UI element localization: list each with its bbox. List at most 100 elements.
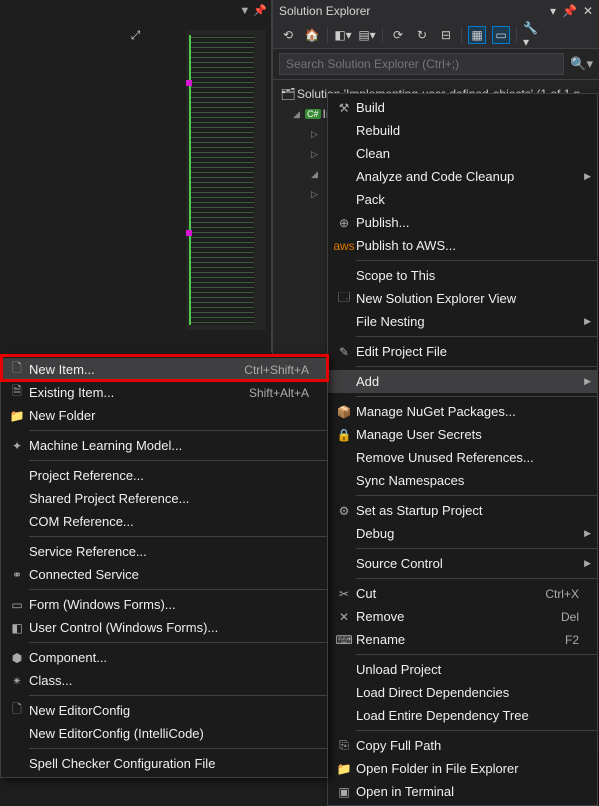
- refresh-icon[interactable]: ↻: [413, 26, 431, 44]
- menu-remove-refs[interactable]: Remove Unused References...: [328, 446, 597, 469]
- project-context-menu: ⚒Build Rebuild Clean Analyze and Code Cl…: [327, 93, 598, 806]
- editor-area: ▼ 📌 ⤢: [0, 0, 272, 352]
- collapse-icon[interactable]: ⊟: [437, 26, 455, 44]
- menu-com-ref[interactable]: COM Reference...: [1, 510, 327, 533]
- chevron-right-icon: ▶: [584, 171, 591, 182]
- terminal-icon: ▣: [332, 785, 356, 799]
- menu-ml-model[interactable]: ✦Machine Learning Model...: [1, 434, 327, 457]
- menu-editorconfig[interactable]: 🗋New EditorConfig: [1, 699, 327, 722]
- filter-icon[interactable]: ▤▾: [358, 26, 376, 44]
- menu-class[interactable]: ✴Class...: [1, 669, 327, 692]
- menu-form[interactable]: ▭Form (Windows Forms)...: [1, 593, 327, 616]
- edit-icon: ✎: [332, 345, 356, 359]
- menu-new-folder[interactable]: 📁New Folder: [1, 404, 327, 427]
- menu-remove[interactable]: ✕RemoveDel: [328, 605, 597, 628]
- search-input[interactable]: [279, 53, 564, 75]
- menu-secrets[interactable]: 🔒Manage User Secrets: [328, 423, 597, 446]
- chevron-right-icon: ▶: [584, 558, 591, 569]
- menu-load-direct[interactable]: Load Direct Dependencies: [328, 681, 597, 704]
- menu-analyze[interactable]: Analyze and Code Cleanup▶: [328, 165, 597, 188]
- menu-add[interactable]: Add▶: [328, 370, 597, 393]
- secrets-icon: 🔒: [332, 428, 356, 442]
- menu-user-control[interactable]: ◧User Control (Windows Forms)...: [1, 616, 327, 639]
- menu-nuget[interactable]: 📦Manage NuGet Packages...: [328, 400, 597, 423]
- menu-cut[interactable]: ✂CutCtrl+X: [328, 582, 597, 605]
- build-icon: ⚒: [332, 101, 356, 115]
- new-item-icon: 🗋: [5, 359, 29, 380]
- menu-svc-ref[interactable]: Service Reference...: [1, 540, 327, 563]
- menu-unload[interactable]: Unload Project: [328, 658, 597, 681]
- rename-icon: ⌨: [332, 633, 356, 647]
- chevron-right-icon: ▶: [584, 528, 591, 539]
- show-files-icon[interactable]: ▦: [468, 26, 486, 44]
- chevron-right-icon: ▶: [584, 376, 591, 387]
- editorconfig-icon: 🗋: [5, 700, 29, 721]
- home-icon[interactable]: 🏠: [303, 26, 321, 44]
- ml-icon: ✦: [5, 439, 29, 453]
- menu-component[interactable]: ⬢Component...: [1, 646, 327, 669]
- panel-title-bar: Solution Explorer ▾ 📌 ✕: [273, 0, 599, 22]
- publish-icon: ⊕: [332, 216, 356, 230]
- menu-debug[interactable]: Debug▶: [328, 522, 597, 545]
- properties-icon[interactable]: 🔧▾: [523, 26, 541, 44]
- dropdown-icon[interactable]: ▾: [550, 4, 556, 18]
- cut-icon: ✂: [332, 587, 356, 601]
- menu-build[interactable]: ⚒Build: [328, 96, 597, 119]
- menu-pack[interactable]: Pack: [328, 188, 597, 211]
- remove-icon: ✕: [332, 610, 356, 624]
- new-view-icon: 🗔: [332, 288, 356, 309]
- preview-icon[interactable]: ▭: [492, 26, 510, 44]
- back-icon[interactable]: ⟲: [279, 26, 297, 44]
- menu-clean[interactable]: Clean: [328, 142, 597, 165]
- arrow-icon: ◢: [293, 109, 305, 120]
- menu-load-tree[interactable]: Load Entire Dependency Tree: [328, 704, 597, 727]
- menu-publish-aws[interactable]: awsPublish to AWS...: [328, 234, 597, 257]
- menu-open-terminal[interactable]: ▣Open in Terminal: [328, 780, 597, 803]
- copy-icon: ⎘: [332, 738, 356, 753]
- menu-open-folder[interactable]: 📁Open Folder in File Explorer: [328, 757, 597, 780]
- component-icon: ⬢: [5, 651, 29, 665]
- pin-icon[interactable]: 📌: [562, 4, 577, 18]
- menu-sync-ns[interactable]: Sync Namespaces: [328, 469, 597, 492]
- menu-new-view[interactable]: 🗔New Solution Explorer View: [328, 287, 597, 310]
- menu-file-nesting[interactable]: File Nesting▶: [328, 310, 597, 333]
- pin-icon[interactable]: ▼ 📌: [239, 4, 267, 17]
- folder-icon: 📁: [332, 762, 356, 776]
- form-icon: ▭: [5, 598, 29, 612]
- menu-scope[interactable]: Scope to This: [328, 264, 597, 287]
- menu-rebuild[interactable]: Rebuild: [328, 119, 597, 142]
- solution-toolbar: ⟲ 🏠 ◧▾ ▤▾ ⟳ ↻ ⊟ ▦ ▭ 🔧▾: [273, 22, 599, 49]
- close-icon[interactable]: ✕: [583, 4, 593, 18]
- csharp-badge: C#: [305, 109, 321, 119]
- aws-icon: aws: [332, 239, 356, 253]
- panel-title: Solution Explorer: [279, 4, 370, 18]
- nuget-icon: 📦: [332, 405, 356, 419]
- menu-new-item[interactable]: 🗋New Item...Ctrl+Shift+A: [1, 358, 327, 381]
- sync-icon[interactable]: ⟳: [389, 26, 407, 44]
- menu-source-control[interactable]: Source Control▶: [328, 552, 597, 575]
- menu-copy-path[interactable]: ⎘Copy Full Path: [328, 734, 597, 757]
- search-go-icon[interactable]: 🔍▾: [570, 56, 593, 72]
- menu-shared-ref[interactable]: Shared Project Reference...: [1, 487, 327, 510]
- user-control-icon: ◧: [5, 621, 29, 635]
- add-submenu: 🗋New Item...Ctrl+Shift+A 🗎Existing Item.…: [0, 355, 328, 778]
- menu-spellcheck[interactable]: Spell Checker Configuration File: [1, 752, 327, 775]
- switch-views-icon[interactable]: ◧▾: [334, 26, 352, 44]
- solution-icon: 🗂: [279, 87, 297, 101]
- search-row: 🔍▾: [273, 49, 599, 80]
- menu-connected-svc[interactable]: ⚭Connected Service: [1, 563, 327, 586]
- menu-existing-item[interactable]: 🗎Existing Item...Shift+Alt+A: [1, 381, 327, 404]
- menu-edit-project[interactable]: ✎Edit Project File: [328, 340, 597, 363]
- menu-rename[interactable]: ⌨RenameF2: [328, 628, 597, 651]
- chevron-right-icon: ▶: [584, 316, 591, 327]
- menu-startup[interactable]: ⚙Set as Startup Project: [328, 499, 597, 522]
- existing-item-icon: 🗎: [5, 382, 29, 403]
- class-icon: ✴: [5, 674, 29, 688]
- expand-icon[interactable]: ⤢: [131, 28, 141, 43]
- menu-proj-ref[interactable]: Project Reference...: [1, 464, 327, 487]
- code-minimap[interactable]: [186, 30, 266, 330]
- connected-svc-icon: ⚭: [5, 568, 29, 582]
- menu-publish[interactable]: ⊕Publish...: [328, 211, 597, 234]
- menu-editorconfig-ic[interactable]: New EditorConfig (IntelliCode): [1, 722, 327, 745]
- new-folder-icon: 📁: [5, 409, 29, 423]
